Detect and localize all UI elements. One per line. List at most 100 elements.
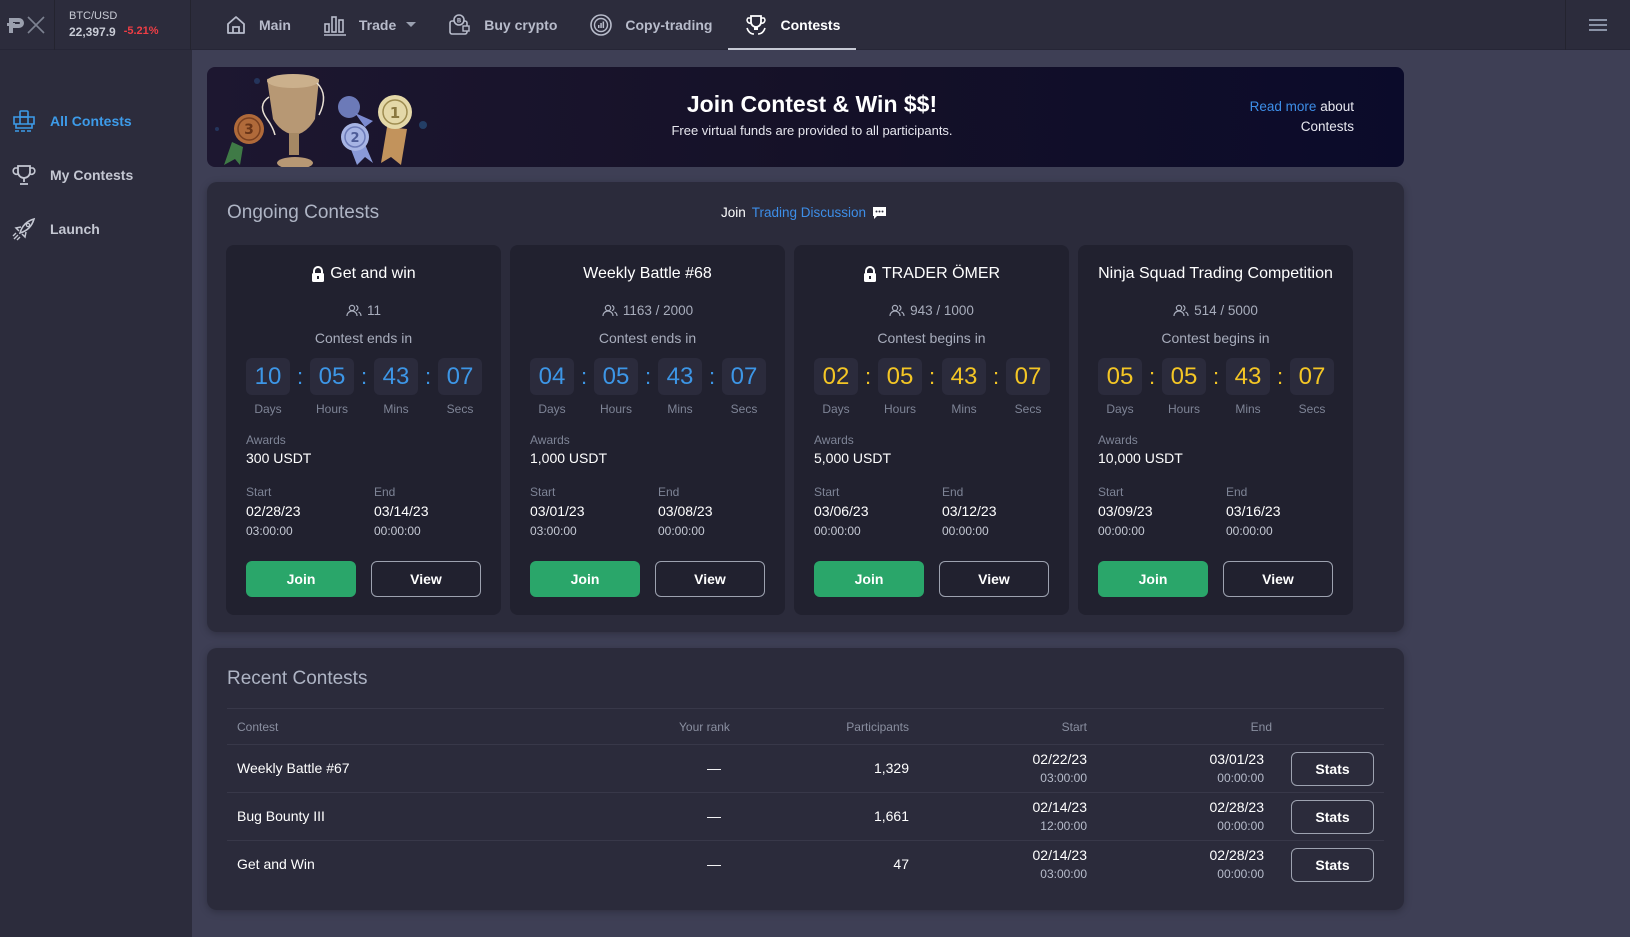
awards-label: Awards	[530, 433, 570, 447]
banner-subtitle: Free virtual funds are provided to all p…	[671, 123, 953, 138]
start-label: Start	[1098, 485, 1124, 499]
timer-unit: 07 Secs	[1290, 358, 1334, 416]
end-date: 03/14/23	[374, 503, 429, 519]
wallet-coin-icon: B	[449, 13, 470, 35]
end-time: 00:00:00	[374, 524, 421, 538]
view-button[interactable]: View	[371, 561, 481, 597]
end-cell: 02/28/23 00:00:00	[1210, 799, 1265, 833]
view-button[interactable]: View	[655, 561, 765, 597]
participants: 1,661	[873, 808, 909, 824]
nav-buy-crypto[interactable]: B Buy crypto	[432, 0, 573, 50]
timer-unit: 07 Secs	[722, 358, 766, 416]
section-title: Ongoing Contests	[227, 202, 380, 223]
start-time: 03:00:00	[1040, 867, 1087, 881]
join-button[interactable]: Join	[814, 561, 924, 597]
stats-button[interactable]: Stats	[1291, 800, 1374, 834]
home-icon	[227, 15, 245, 34]
contest-name: Ninja Squad Trading Competition	[1098, 265, 1333, 282]
timer-value: 05	[1162, 358, 1206, 395]
timer-unit: 05 Hours	[310, 358, 354, 416]
table-row: Weekly Battle #67—1,329 02/22/23 03:00:00 0…	[227, 744, 1384, 792]
timer-label: Mins	[667, 402, 693, 416]
btc-ticker[interactable]: BTC/USD 22,397.9 -5.21%	[55, 0, 191, 50]
timer-unit: 07 Secs	[438, 358, 482, 416]
contest-title: Ninja Squad Trading Competition	[1078, 265, 1353, 283]
timer-value: 02	[814, 358, 858, 395]
sidebar-item-label: Launch	[50, 221, 100, 237]
col-start: Start	[1061, 720, 1087, 734]
timer-unit: 07 Secs	[1006, 358, 1050, 416]
view-button[interactable]: View	[1223, 561, 1333, 597]
sidebar-item-launch[interactable]: Launch	[0, 214, 100, 244]
banner-read-more: Read more about Contests	[1250, 97, 1354, 137]
ticker-pair: BTC/USD	[69, 10, 118, 22]
stats-button[interactable]: Stats	[1291, 752, 1374, 786]
participant-count-value: 1163 / 2000	[622, 303, 694, 318]
ongoing-contests-panel: Ongoing Contests Join Trading Discussion…	[207, 182, 1404, 632]
awards-label: Awards	[1098, 433, 1138, 447]
contest-status: Contest begins in	[877, 330, 986, 346]
logo[interactable]	[0, 0, 55, 50]
stats-button[interactable]: Stats	[1291, 848, 1374, 882]
trophy-medals-illustration: 3 2 1	[215, 74, 427, 167]
contest-card: Get and win 11 Contest ends in 10 Days:05 Hou…	[226, 245, 501, 615]
nav-trade[interactable]: Trade	[307, 0, 432, 50]
read-more-link[interactable]: Read more	[1250, 99, 1317, 114]
top-bar: BTC/USD 22,397.9 -5.21% Main Trade B Buy…	[0, 0, 1630, 50]
join-button[interactable]: Join	[530, 561, 640, 597]
join-button[interactable]: Join	[246, 561, 356, 597]
nav-copy-trading[interactable]: Copy-trading	[573, 0, 728, 50]
participant-count-value: 943 / 1000	[910, 303, 974, 318]
sidebar-item-all-contests[interactable]: All Contests	[0, 106, 132, 136]
timer-separator: :	[1148, 364, 1156, 389]
hamburger-menu-icon[interactable]	[1589, 19, 1607, 31]
trading-discussion-link[interactable]: Trading Discussion	[752, 205, 866, 220]
start-time: 12:00:00	[1040, 819, 1087, 833]
px-logo-icon	[7, 15, 45, 34]
promo-banner: 3 2 1 Join Contest & Win $$! Free virtua…	[207, 67, 1404, 167]
start-label: Start	[530, 485, 556, 499]
timer-separator: :	[644, 364, 652, 389]
timer-label: Hours	[315, 402, 348, 416]
awards-value: 300 USDT	[246, 450, 312, 466]
timer-value: 07	[1006, 358, 1050, 395]
end-label: End	[942, 485, 964, 499]
users-icon	[1173, 304, 1189, 317]
contest-card: Weekly Battle #68 1163 / 2000 Contest ends…	[510, 245, 785, 615]
timer-value: 43	[374, 358, 418, 395]
start-time: 03:00:00	[1040, 771, 1087, 785]
start-date: 03/01/23	[530, 503, 585, 519]
participants: 1,329	[873, 760, 909, 776]
timer-unit: 05 Hours	[594, 358, 638, 416]
participant-count: 514 / 5000	[1078, 303, 1353, 318]
nav-main[interactable]: Main	[209, 0, 307, 50]
timer-separator: :	[424, 364, 432, 389]
countdown-timer: 04 Days:05 Hours:43 Mins:07 Secs	[530, 358, 766, 416]
users-icon	[889, 304, 905, 317]
contest-name: Get and Win	[237, 856, 315, 872]
ticker-price: 22,397.9	[69, 25, 116, 39]
end-time: 00:00:00	[1217, 819, 1264, 833]
join-button[interactable]: Join	[1098, 561, 1208, 597]
end-info: End 03/12/23 00:00:00	[942, 485, 997, 538]
contests-icon	[13, 110, 35, 132]
timer-separator: :	[360, 364, 368, 389]
copy-trading-icon	[590, 13, 613, 36]
contest-status: Contest ends in	[314, 330, 413, 346]
rocket-icon	[12, 217, 36, 241]
sidebar-item-my-contests[interactable]: My Contests	[0, 160, 133, 190]
your-rank: —	[707, 856, 721, 872]
timer-value: 05	[878, 358, 922, 395]
table-row: Bug Bounty III — 1,661 02/14/23 12:00:00 02/2…	[227, 792, 1384, 840]
contest-title: TRADER ÖMER	[794, 265, 1069, 283]
timer-label: Days	[254, 402, 282, 416]
start-time: 00:00:00	[1098, 524, 1145, 538]
participant-count: 1163 / 2000	[510, 303, 785, 318]
nav-contests[interactable]: Contests	[728, 0, 857, 50]
end-label: End	[1226, 485, 1248, 499]
view-button[interactable]: View	[939, 561, 1049, 597]
svg-text:B: B	[457, 17, 462, 24]
contest-status: Contest ends in	[598, 330, 697, 346]
banner-headline: Join Contest & Win $$! Free virtual fund…	[607, 91, 1017, 138]
svg-text:3: 3	[244, 122, 254, 138]
